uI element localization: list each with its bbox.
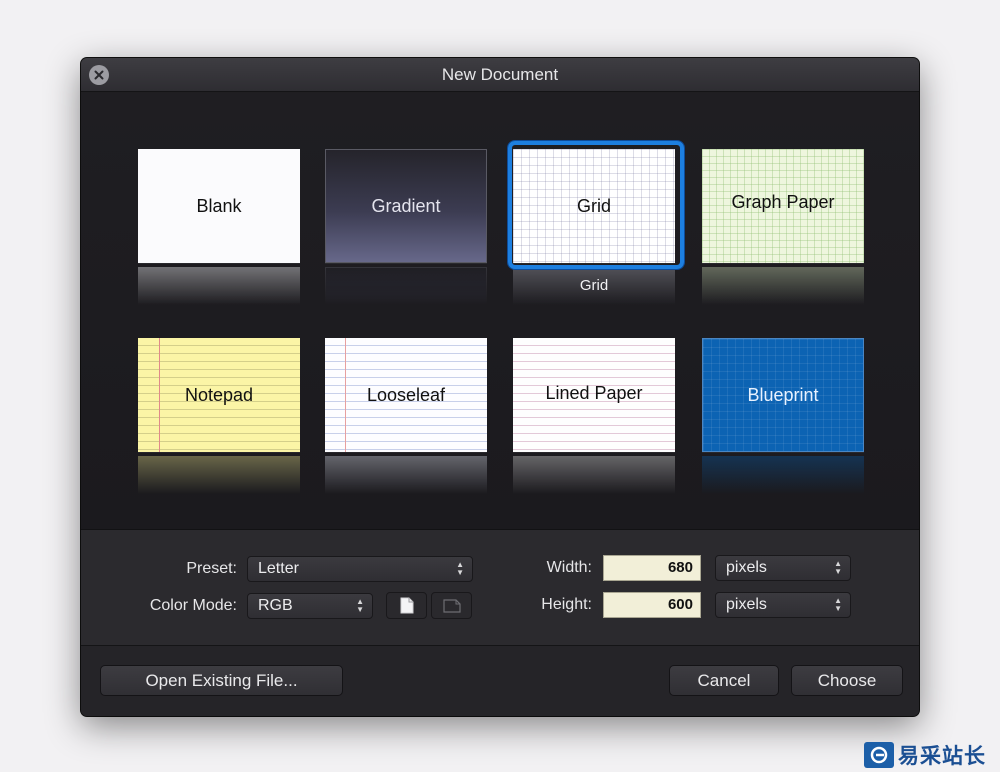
template-label: Blank bbox=[196, 195, 242, 216]
width-label: Width: bbox=[546, 559, 592, 576]
color-mode-value: RGB bbox=[258, 597, 293, 614]
color-mode-select[interactable]: RGB ▲ ▼ bbox=[247, 593, 373, 619]
template-label: Grid bbox=[576, 195, 611, 216]
tile-reflection bbox=[325, 456, 487, 494]
dialog-footer: Open Existing File... Cancel Choose bbox=[81, 646, 919, 716]
portrait-orientation-icon bbox=[400, 597, 413, 614]
updown-arrows-icon: ▲ ▼ bbox=[834, 559, 842, 576]
template-label: Lined Paper bbox=[545, 382, 643, 403]
height-unit-select[interactable]: pixels ▲ ▼ bbox=[715, 592, 851, 618]
template-grid[interactable]: Grid bbox=[513, 149, 675, 305]
width-field[interactable]: 680 bbox=[603, 555, 701, 581]
tile-reflection bbox=[138, 456, 300, 494]
portrait-orientation-button[interactable] bbox=[386, 592, 427, 619]
updown-arrows-icon: ▲ ▼ bbox=[456, 560, 464, 577]
tile-reflection bbox=[138, 267, 300, 305]
watermark-text: 易采站长站 bbox=[898, 744, 986, 768]
template-graph-paper[interactable]: Graph Paper bbox=[702, 149, 864, 305]
template-gradient[interactable]: Gradient bbox=[325, 149, 487, 305]
choose-button[interactable]: Choose bbox=[791, 665, 903, 696]
template-lined-paper[interactable]: Lined Paper bbox=[513, 338, 675, 494]
height-label: Height: bbox=[541, 596, 592, 613]
preset-select[interactable]: Letter ▲ ▼ bbox=[247, 556, 473, 582]
color-mode-label: Color Mode: bbox=[149, 597, 237, 614]
template-notepad[interactable]: Notepad bbox=[138, 338, 300, 494]
template-label: Gradient bbox=[371, 195, 441, 216]
tile-reflection bbox=[702, 267, 864, 305]
template-blueprint[interactable]: Blueprint bbox=[702, 338, 864, 494]
title-bar: New Document bbox=[81, 58, 919, 92]
landscape-orientation-icon bbox=[442, 598, 461, 613]
selected-template-caption: Grid bbox=[579, 277, 609, 294]
tile-reflection bbox=[702, 456, 864, 494]
dialog-title: New Document bbox=[441, 65, 559, 84]
height-field[interactable]: 600 bbox=[603, 592, 701, 618]
width-unit-select[interactable]: pixels ▲ ▼ bbox=[715, 555, 851, 581]
updown-arrows-icon: ▲ ▼ bbox=[834, 596, 842, 613]
cancel-button[interactable]: Cancel bbox=[669, 665, 779, 696]
template-label: Blueprint bbox=[747, 384, 819, 405]
preset-value: Letter bbox=[258, 560, 299, 577]
landscape-orientation-button[interactable] bbox=[431, 592, 472, 619]
updown-arrows-icon: ▲ ▼ bbox=[356, 597, 364, 614]
template-label: Graph Paper bbox=[731, 191, 835, 212]
template-gallery: Blank Gradient Grid Graph Paper Notepad … bbox=[81, 93, 919, 529]
open-existing-file-button[interactable]: Open Existing File... bbox=[100, 665, 343, 696]
document-settings: Preset: Letter ▲ ▼ Color Mode: RGB ▲ ▼ Wid… bbox=[81, 529, 919, 646]
height-unit-value: pixels bbox=[726, 596, 767, 613]
preset-label: Preset: bbox=[186, 560, 237, 577]
template-label: Notepad bbox=[184, 384, 254, 405]
template-label: Looseleaf bbox=[366, 384, 446, 405]
tile-reflection bbox=[325, 267, 487, 305]
width-unit-value: pixels bbox=[726, 559, 767, 576]
tile-reflection bbox=[513, 456, 675, 494]
watermark-logo-icon bbox=[864, 742, 894, 768]
template-blank[interactable]: Blank bbox=[138, 149, 300, 305]
template-looseleaf[interactable]: Looseleaf bbox=[325, 338, 487, 494]
new-document-dialog: New Document Blank Gradient Grid Graph P… bbox=[81, 58, 919, 716]
